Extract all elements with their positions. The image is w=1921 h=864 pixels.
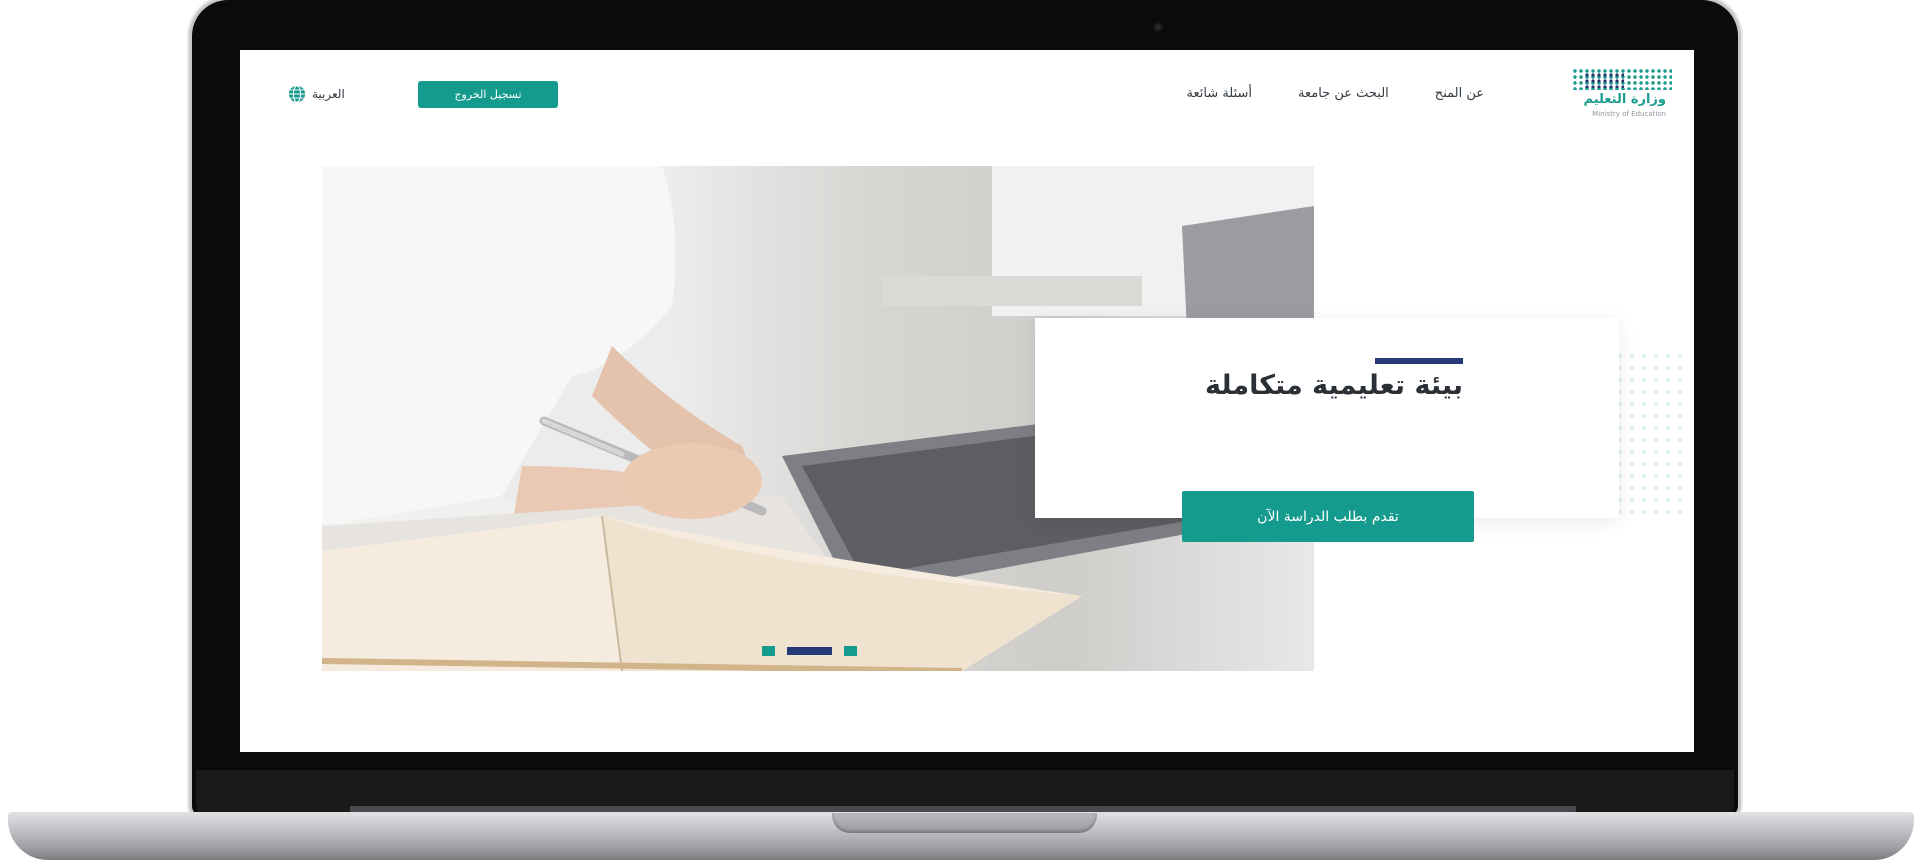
nav-find-university[interactable]: البحث عن جامعة — [1298, 86, 1389, 101]
globe-icon — [288, 85, 306, 103]
language-switcher[interactable]: العربية — [288, 85, 345, 103]
carousel-dot-2-active[interactable] — [787, 647, 832, 655]
logo-english-text: Ministry of Education — [1592, 110, 1666, 118]
hero-title: بيئة تعليمية متكاملة — [1205, 370, 1463, 401]
logo-dots-accent-icon — [1584, 72, 1624, 88]
ministry-logo[interactable]: وزارة التعليم Ministry of Education — [1522, 68, 1672, 118]
logout-button[interactable]: تسجيل الخروج — [418, 81, 558, 108]
nav-faq[interactable]: أسئلة شائعة — [1186, 86, 1252, 101]
camera-icon — [1153, 22, 1163, 32]
decorative-dots — [1614, 350, 1684, 520]
carousel-dot-1[interactable] — [762, 646, 775, 656]
carousel-dot-3[interactable] — [844, 646, 857, 656]
logo-arabic-text: وزارة التعليم — [1583, 92, 1667, 107]
laptop-notch — [832, 813, 1097, 833]
language-label: العربية — [312, 87, 345, 101]
card-accent-bar — [1375, 358, 1463, 364]
apply-now-button[interactable]: تقدم بطلب الدراسة الآن — [1182, 491, 1474, 542]
main-nav: عن المنح البحث عن جامعة أسئلة شائعة — [1186, 86, 1484, 101]
carousel-indicators — [762, 646, 857, 656]
browser-screen: وزارة التعليم Ministry of Education عن ا… — [240, 50, 1694, 752]
nav-about-scholarships[interactable]: عن المنح — [1435, 86, 1484, 101]
hero-card: بيئة تعليمية متكاملة — [1035, 318, 1619, 518]
